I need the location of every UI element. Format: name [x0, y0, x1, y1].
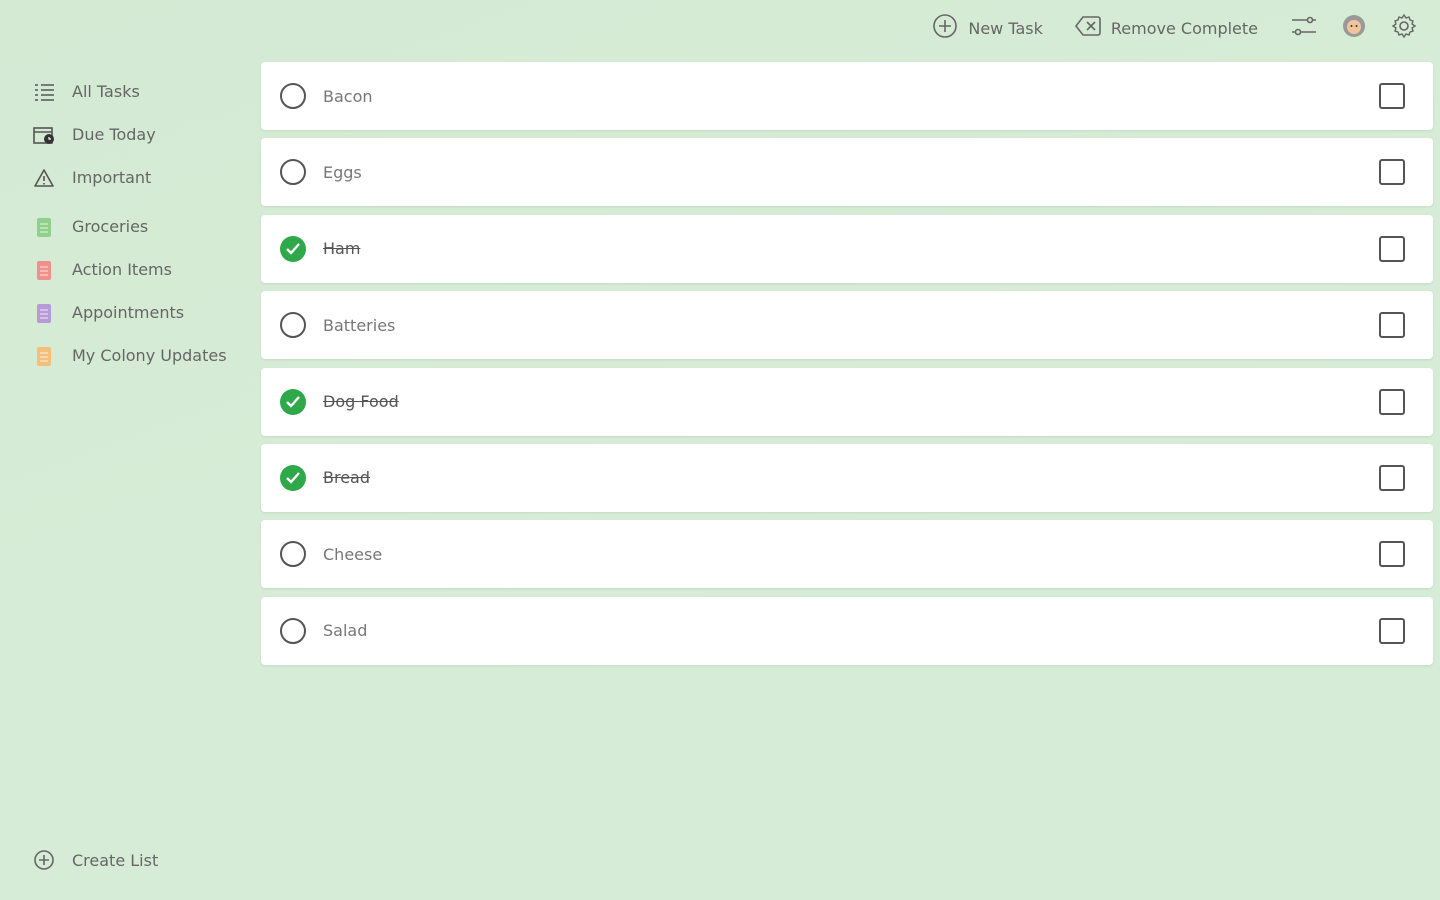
task-row[interactable]: Ham [261, 214, 1433, 283]
task-label: Cheese [323, 544, 383, 564]
gear-icon [1391, 13, 1417, 43]
sidebar-item-all-tasks[interactable]: All Tasks [0, 70, 250, 113]
status-circle-icon[interactable] [279, 158, 307, 186]
toolbar: New Task Remove Complete [916, 0, 1440, 56]
check-circle-icon[interactable] [279, 464, 307, 492]
task-checkbox[interactable] [1379, 617, 1405, 644]
task-label: Bread [323, 468, 371, 488]
sidebar-item-groceries[interactable]: Groceries [0, 205, 250, 248]
task-checkbox[interactable] [1379, 159, 1405, 186]
task-label: Batteries [323, 315, 396, 335]
plus-circle-icon [932, 13, 958, 43]
status-circle-icon[interactable] [279, 311, 307, 339]
task-row[interactable]: Cheese [261, 520, 1433, 589]
sidebar-item-action-items[interactable]: Action Items [0, 248, 250, 291]
status-circle-icon[interactable] [279, 617, 307, 645]
task-label: Ham [323, 239, 361, 259]
sidebar: All Tasks Due Today Important Groceries … [0, 70, 250, 900]
settings-button[interactable] [1384, 8, 1424, 48]
sidebar-item-label: Groceries [72, 217, 149, 236]
task-row[interactable]: Bacon [261, 62, 1433, 130]
task-checkbox[interactable] [1379, 83, 1405, 109]
sidebar-item-due-today[interactable]: Due Today [0, 113, 250, 156]
task-row[interactable]: Batteries [261, 291, 1433, 360]
notepad-icon [32, 258, 56, 282]
create-list-label: Create List [72, 850, 159, 870]
task-label: Salad [323, 621, 368, 641]
task-label: Eggs [323, 162, 362, 182]
filter-button[interactable] [1284, 8, 1324, 48]
remove-complete-label: Remove Complete [1110, 18, 1258, 38]
task-row[interactable]: Salad [261, 596, 1433, 665]
task-checkbox[interactable] [1379, 541, 1405, 568]
task-checkbox[interactable] [1379, 235, 1405, 262]
sidebar-item-appointments[interactable]: Appointments [0, 291, 250, 334]
sidebar-item-label: Appointments [72, 303, 185, 322]
sidebar-item-important[interactable]: Important [0, 156, 250, 199]
task-row[interactable]: Eggs [261, 138, 1433, 207]
sidebar-item-label: All Tasks [72, 82, 140, 101]
notepad-icon [32, 301, 56, 325]
task-checkbox[interactable] [1379, 312, 1405, 339]
task-list: Bacon Eggs Ham Batteries Dog Food Bread … [261, 62, 1433, 673]
task-row[interactable]: Bread [261, 443, 1433, 512]
new-task-label: New Task [968, 18, 1043, 38]
create-list-button[interactable]: Create List [32, 848, 158, 872]
avatar-icon [1341, 13, 1367, 43]
warning-icon [32, 166, 56, 190]
status-circle-icon[interactable] [279, 82, 307, 110]
remove-complete-button[interactable]: Remove Complete [1059, 8, 1274, 48]
new-task-button[interactable]: New Task [916, 8, 1059, 48]
task-label: Bacon [323, 86, 373, 106]
sliders-icon [1290, 13, 1318, 43]
sidebar-item-label: My Colony Updates [72, 346, 227, 365]
sidebar-item-my-colony-updates[interactable]: My Colony Updates [0, 334, 250, 377]
calendar-clock-icon [32, 123, 56, 147]
task-row[interactable]: Dog Food [261, 367, 1433, 436]
notepad-icon [32, 215, 56, 239]
sidebar-item-label: Important [72, 168, 152, 187]
status-circle-icon[interactable] [279, 540, 307, 568]
task-checkbox[interactable] [1379, 388, 1405, 415]
check-circle-icon[interactable] [279, 235, 307, 263]
list-icon [32, 80, 56, 104]
check-circle-icon[interactable] [279, 388, 307, 416]
notepad-icon [32, 344, 56, 368]
sidebar-item-label: Action Items [72, 260, 172, 279]
sidebar-item-label: Due Today [72, 125, 156, 144]
task-label: Dog Food [323, 392, 399, 412]
task-checkbox[interactable] [1379, 464, 1405, 491]
profile-button[interactable] [1334, 8, 1374, 48]
plus-circle-icon [32, 848, 56, 872]
backspace-icon [1074, 15, 1101, 41]
